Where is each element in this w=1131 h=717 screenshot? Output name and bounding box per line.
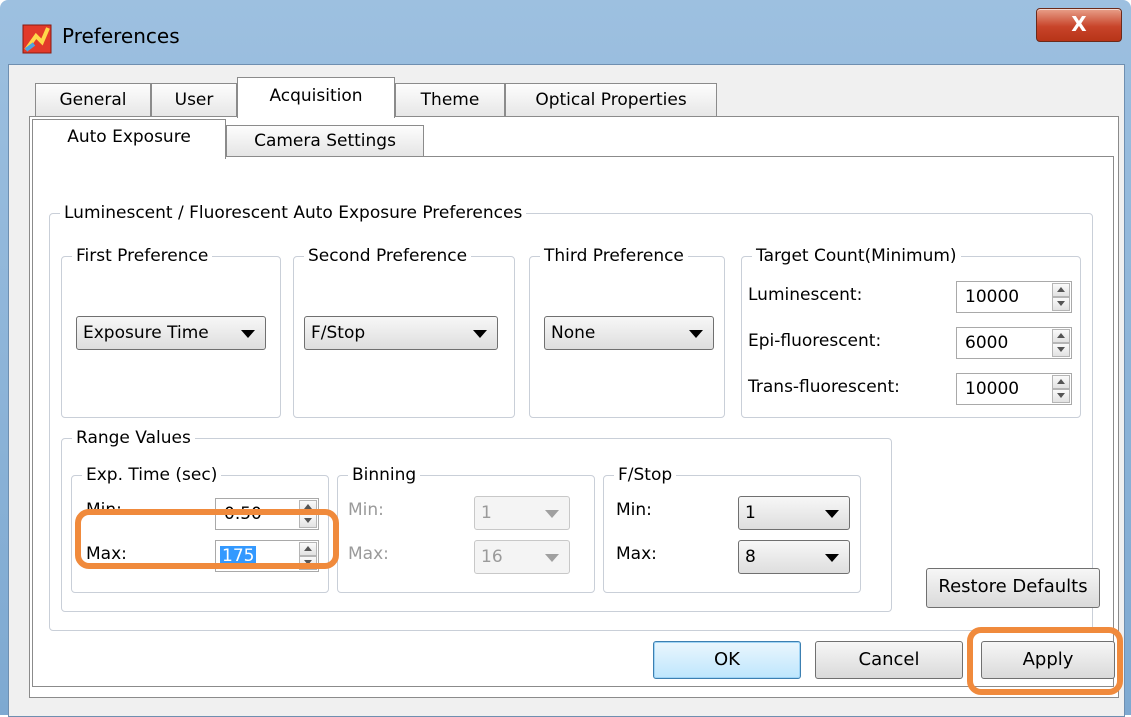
auto-exposure-pane: Luminescent / Fluorescent Auto Exposure … xyxy=(32,156,1114,687)
epi-fluorescent-target-spinbox[interactable]: 6000 xyxy=(956,327,1072,359)
binning-title: Binning xyxy=(348,464,421,486)
binning-max-label: Max: xyxy=(348,544,389,564)
tab-optical-properties[interactable]: Optical Properties xyxy=(505,83,717,117)
fstop-max-select[interactable]: 8 xyxy=(738,540,850,574)
range-values-title: Range Values xyxy=(72,427,195,449)
third-preference-title: Third Preference xyxy=(540,245,688,267)
chevron-down-icon xyxy=(825,510,839,518)
second-preference-title: Second Preference xyxy=(304,245,472,267)
binning-max-select[interactable]: 16 xyxy=(474,540,570,574)
tab-general[interactable]: General xyxy=(35,83,151,117)
fstop-group: F/Stop Min: 1 Max: 8 xyxy=(603,464,861,593)
second-preference-group: Second Preference F/Stop xyxy=(293,245,515,418)
spin-down-icon[interactable] xyxy=(1052,389,1070,403)
trans-fluorescent-label: Trans-fluorescent: xyxy=(748,377,900,397)
preferences-window: Preferences X General User Acquisition T… xyxy=(0,0,1131,717)
target-count-group: Target Count(Minimum) Luminescent: 10000… xyxy=(741,245,1081,418)
spin-up-icon[interactable] xyxy=(1052,375,1070,389)
chevron-down-icon xyxy=(545,510,559,518)
cancel-button[interactable]: Cancel xyxy=(815,641,963,679)
trans-fluorescent-target-spinbox[interactable]: 10000 xyxy=(956,373,1072,405)
first-preference-group: First Preference Exposure Time xyxy=(61,245,281,418)
fstop-max-value: 8 xyxy=(745,547,756,567)
target-count-title: Target Count(Minimum) xyxy=(752,245,961,267)
spin-up-icon[interactable] xyxy=(1052,329,1070,343)
fstop-min-select[interactable]: 1 xyxy=(738,496,850,530)
second-preference-value: F/Stop xyxy=(311,323,366,343)
luminescent-label: Luminescent: xyxy=(748,285,863,305)
binning-min-label: Min: xyxy=(348,500,384,520)
window-title: Preferences xyxy=(62,24,180,48)
chevron-down-icon xyxy=(473,330,487,338)
epi-fluorescent-target-value: 6000 xyxy=(965,333,1009,353)
tab-camera-settings[interactable]: Camera Settings xyxy=(226,125,424,157)
fstop-max-label: Max: xyxy=(616,544,657,564)
chevron-down-icon xyxy=(689,330,703,338)
third-preference-select[interactable]: None xyxy=(544,316,714,350)
chevron-down-icon xyxy=(825,554,839,562)
first-preference-select[interactable]: Exposure Time xyxy=(76,316,266,350)
fstop-title: F/Stop xyxy=(614,464,677,486)
restore-defaults-button[interactable]: Restore Defaults xyxy=(926,568,1100,608)
fstop-min-label: Min: xyxy=(616,500,652,520)
luminescent-target-value: 10000 xyxy=(965,287,1020,307)
luminescent-target-spinbox[interactable]: 10000 xyxy=(956,281,1072,313)
binning-min-value: 1 xyxy=(481,503,492,523)
spin-down-icon[interactable] xyxy=(1052,297,1070,311)
close-button[interactable]: X xyxy=(1036,8,1122,42)
binning-min-select[interactable]: 1 xyxy=(474,496,570,530)
third-preference-group: Third Preference None xyxy=(529,245,725,418)
first-preference-value: Exposure Time xyxy=(83,323,209,343)
epi-fluorescent-label: Epi-fluorescent: xyxy=(748,331,882,351)
binning-group: Binning Min: 1 Max: 16 xyxy=(337,464,595,593)
third-preference-value: None xyxy=(551,323,596,343)
apply-button-highlight xyxy=(967,627,1123,695)
tab-theme[interactable]: Theme xyxy=(395,83,505,117)
spin-down-icon[interactable] xyxy=(1052,343,1070,357)
second-preference-select[interactable]: F/Stop xyxy=(304,316,498,350)
tab-auto-exposure[interactable]: Auto Exposure xyxy=(32,119,226,159)
chevron-down-icon xyxy=(241,330,255,338)
ok-button[interactable]: OK xyxy=(653,641,801,679)
fstop-min-value: 1 xyxy=(745,503,756,523)
spin-buttons[interactable] xyxy=(1052,283,1070,311)
spin-buttons[interactable] xyxy=(1052,375,1070,403)
binning-max-value: 16 xyxy=(481,547,503,567)
tab-acquisition[interactable]: Acquisition xyxy=(237,77,395,118)
max-field-highlight xyxy=(75,509,339,569)
app-icon xyxy=(22,24,52,54)
title-bar[interactable]: Preferences X xyxy=(0,0,1131,64)
auto-exposure-preferences-title: Luminescent / Fluorescent Auto Exposure … xyxy=(60,202,527,224)
acquisition-tab-pane: Auto Exposure Camera Settings Luminescen… xyxy=(29,116,1119,698)
spin-buttons[interactable] xyxy=(1052,329,1070,357)
dialog-client-area: General User Acquisition Theme Optical P… xyxy=(8,64,1125,717)
tab-user[interactable]: User xyxy=(151,83,237,117)
trans-fluorescent-target-value: 10000 xyxy=(965,379,1020,399)
spin-up-icon[interactable] xyxy=(1052,283,1070,297)
chevron-down-icon xyxy=(545,554,559,562)
first-preference-title: First Preference xyxy=(72,245,213,267)
exp-time-title: Exp. Time (sec) xyxy=(82,464,222,486)
